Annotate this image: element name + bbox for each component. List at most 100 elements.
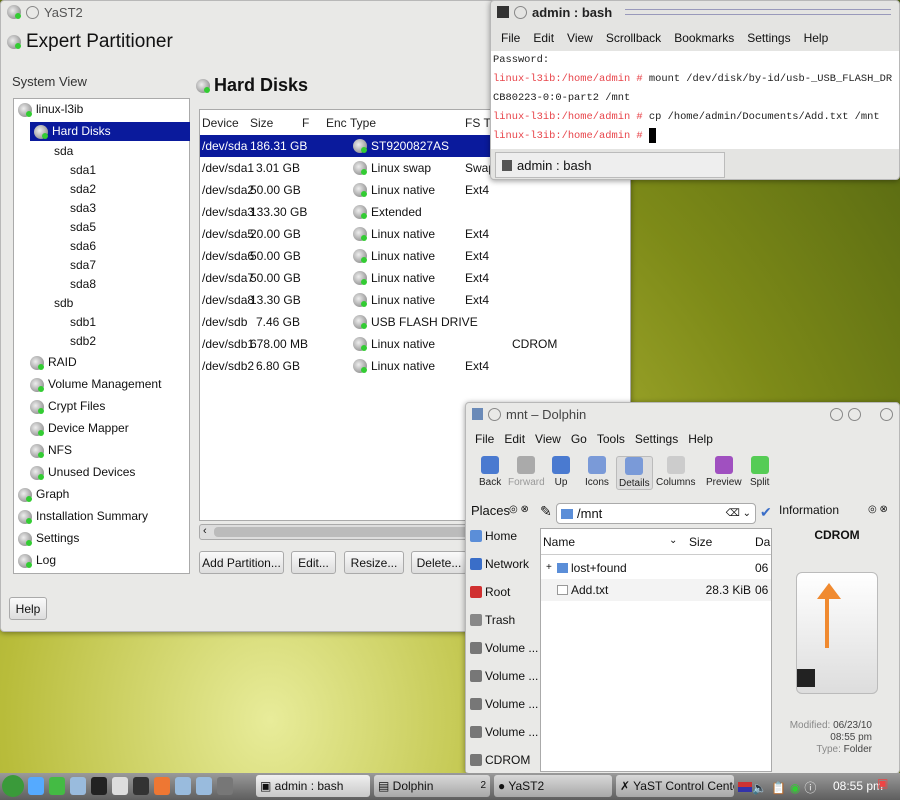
place-item[interactable]: CDROM bbox=[470, 746, 530, 774]
notifications-icon[interactable]: ⓘ bbox=[804, 781, 820, 795]
dolphin-menu-settings[interactable]: Settings bbox=[635, 432, 678, 446]
dolphin-menu-file[interactable]: File bbox=[475, 432, 494, 446]
konsole-menu-file[interactable]: File bbox=[501, 31, 520, 45]
dolphin-menu-edit[interactable]: Edit bbox=[504, 432, 525, 446]
scroll-left-icon[interactable]: ‹ bbox=[203, 525, 207, 537]
add-partition-button[interactable]: Add Partition... bbox=[199, 551, 284, 574]
place-item[interactable]: Root bbox=[470, 578, 510, 606]
toolbar-columns-button[interactable]: Columns bbox=[654, 456, 697, 488]
tree-item[interactable]: Settings bbox=[18, 529, 79, 548]
tree-item[interactable]: sda5 bbox=[70, 218, 96, 237]
column-header[interactable]: Type bbox=[350, 112, 376, 134]
delete-button[interactable]: Delete... bbox=[411, 551, 467, 574]
tree-item[interactable]: sdb1 bbox=[70, 313, 96, 332]
konsole-menu-bookmarks[interactable]: Bookmarks bbox=[674, 31, 734, 45]
dolphin-menu-view[interactable]: View bbox=[535, 432, 561, 446]
konsole-menu-help[interactable]: Help bbox=[804, 31, 829, 45]
tree-item[interactable]: Graph bbox=[18, 485, 69, 504]
file-row[interactable]: Add.txt 28.3 KiB 06 bbox=[541, 579, 771, 601]
home-icon[interactable] bbox=[49, 777, 65, 795]
toolbar-icons-button[interactable]: Icons bbox=[583, 456, 611, 488]
table-row[interactable]: /dev/sda8 13.30 GB Linux native Ext4 bbox=[200, 289, 630, 311]
updater-icon[interactable]: ◉ bbox=[790, 781, 804, 795]
tree-item[interactable]: sda1 bbox=[70, 161, 96, 180]
col-size[interactable]: Size bbox=[689, 535, 712, 549]
accept-location-icon[interactable]: ✔ bbox=[760, 504, 772, 521]
place-item[interactable]: Home bbox=[470, 522, 517, 550]
window-menu-icon[interactable] bbox=[514, 5, 527, 19]
table-row[interactable]: /dev/sda2 50.00 GB Linux native Ext4 bbox=[200, 179, 630, 201]
yast-icon[interactable] bbox=[175, 777, 191, 795]
toolbar-forward-button[interactable]: Forward bbox=[506, 456, 547, 488]
konsole-menu-scrollback[interactable]: Scrollback bbox=[606, 31, 661, 45]
network-icon[interactable] bbox=[196, 777, 212, 795]
place-item[interactable]: Network bbox=[470, 550, 529, 578]
toolbar-back-button[interactable]: Back bbox=[477, 456, 503, 488]
place-item[interactable]: Volume ... bbox=[470, 718, 538, 746]
resize-button[interactable]: Resize... bbox=[344, 551, 404, 574]
tree-item[interactable]: sdb2 bbox=[70, 332, 96, 351]
firefox-icon[interactable] bbox=[154, 777, 170, 795]
text-editor-icon[interactable] bbox=[112, 777, 128, 795]
tree-item[interactable]: Installation Summary bbox=[18, 507, 148, 526]
expand-icon[interactable]: + bbox=[546, 557, 552, 579]
tree-item[interactable]: sda7 bbox=[70, 256, 96, 275]
task-konsole[interactable]: ▣ admin : bash bbox=[256, 775, 370, 797]
task-yast-control-center[interactable]: ✗ YaST Control Center bbox=[616, 775, 734, 797]
column-header[interactable]: Size bbox=[250, 112, 273, 134]
tree-item[interactable]: Volume Management bbox=[30, 375, 161, 394]
column-header[interactable]: Device bbox=[202, 112, 239, 134]
tree-item[interactable]: RAID bbox=[30, 353, 77, 372]
places-config-icon[interactable]: ◎ ⊗ bbox=[509, 504, 529, 515]
place-item[interactable]: Volume ... bbox=[470, 662, 538, 690]
volume-icon[interactable]: 🔈 bbox=[752, 781, 771, 795]
table-row[interactable]: /dev/sdb 7.46 GB USB FLASH DRIVE bbox=[200, 311, 630, 333]
edit-button[interactable]: Edit... bbox=[291, 551, 336, 574]
close-icon[interactable] bbox=[880, 407, 893, 421]
toolbar-preview-button[interactable]: Preview bbox=[704, 456, 744, 488]
keyboard-layout-flag-icon[interactable] bbox=[738, 782, 752, 792]
column-header[interactable]: F bbox=[302, 112, 309, 134]
info-config-icon[interactable]: ◎ ⊗ bbox=[868, 504, 888, 515]
window-menu-icon[interactable] bbox=[488, 407, 501, 421]
file-list[interactable]: Name ⌄ Size Da + lost+found 06 Add.txt 28.3 … bbox=[540, 528, 772, 772]
file-row[interactable]: + lost+found 06 bbox=[541, 557, 771, 579]
maximize-icon[interactable] bbox=[848, 407, 861, 421]
konsole-menu-settings[interactable]: Settings bbox=[747, 31, 790, 45]
tree-item[interactable]: Device Mapper bbox=[30, 419, 129, 438]
table-row[interactable]: /dev/sda6 50.00 GB Linux native Ext4 bbox=[200, 245, 630, 267]
dolphin-menu-go[interactable]: Go bbox=[571, 432, 587, 446]
monitor-icon[interactable] bbox=[133, 777, 149, 795]
task-yast2[interactable]: ● YaST2 bbox=[494, 775, 612, 797]
konsole-tab[interactable]: admin : bash bbox=[495, 152, 725, 178]
tree-item[interactable]: sdb bbox=[54, 294, 73, 313]
toolbar-details-button[interactable]: Details bbox=[616, 456, 653, 490]
show-desktop-icon[interactable] bbox=[28, 777, 44, 795]
tree-item[interactable]: sda2 bbox=[70, 180, 96, 199]
table-row[interactable]: /dev/sda3 133.30 GB Extended bbox=[200, 201, 630, 223]
konsole-menu-view[interactable]: View bbox=[567, 31, 593, 45]
terminal-icon[interactable] bbox=[91, 777, 107, 795]
konsole-titlebar[interactable]: admin : bash bbox=[491, 1, 899, 23]
tree-item[interactable]: Log bbox=[18, 551, 56, 570]
system-tray[interactable]: 🔈📋◉ⓘ bbox=[738, 779, 820, 796]
konsole-menu-edit[interactable]: Edit bbox=[533, 31, 554, 45]
window-menu-icon[interactable] bbox=[26, 5, 39, 19]
tree-item[interactable]: Unused Devices bbox=[30, 463, 135, 482]
clock[interactable]: 08:55 pm bbox=[833, 779, 883, 793]
device-notifier-icon[interactable]: ▣ bbox=[877, 776, 897, 798]
dolphin-menu-tools[interactable]: Tools bbox=[597, 432, 625, 446]
system-monitor-icon[interactable] bbox=[70, 777, 86, 795]
tree-item[interactable]: linux-l3ib bbox=[18, 100, 83, 119]
terminal-output[interactable]: Password: linux-l3ib:/home/admin # mount … bbox=[491, 51, 899, 149]
place-item[interactable]: Volume ... bbox=[470, 690, 538, 718]
task-dolphin[interactable]: ▤ Dolphin 2 bbox=[374, 775, 490, 797]
dolphin-menu-help[interactable]: Help bbox=[688, 432, 713, 446]
table-row[interactable]: /dev/sdb1 678.00 MB Linux native CDROM bbox=[200, 333, 630, 355]
location-mode-icon[interactable]: ✎ bbox=[540, 503, 552, 520]
help-button[interactable]: Help bbox=[9, 597, 47, 620]
tree-item[interactable]: sda bbox=[54, 142, 73, 161]
clear-and-dropdown-icon[interactable]: ⌫ ⌄ bbox=[726, 508, 751, 519]
tree-item[interactable]: sda8 bbox=[70, 275, 96, 294]
pager-icon[interactable] bbox=[217, 777, 233, 795]
